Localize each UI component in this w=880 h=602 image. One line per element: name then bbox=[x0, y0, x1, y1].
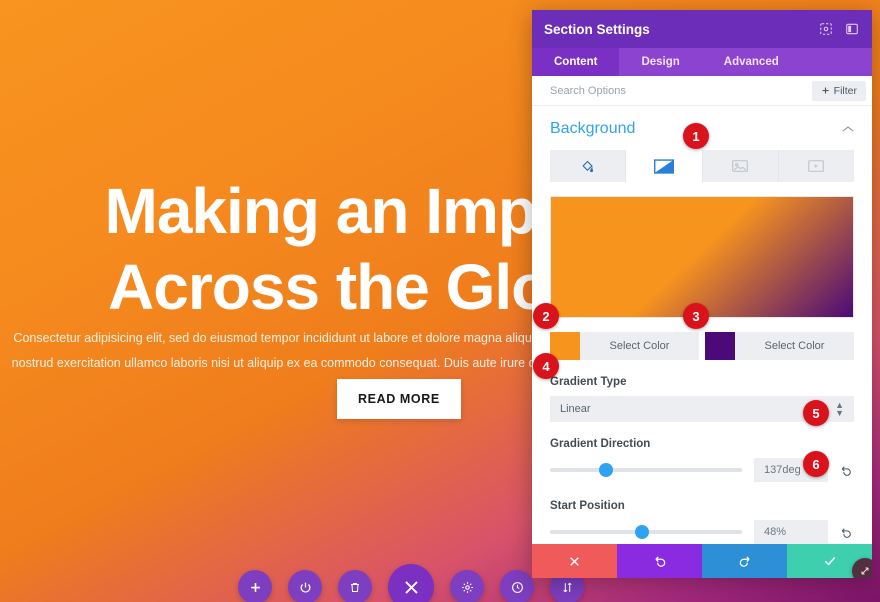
section-settings-modal: Section Settings Content Design Advanced… bbox=[532, 10, 872, 578]
paint-bucket-icon bbox=[582, 160, 594, 172]
gradient-start-color-label: Select Color bbox=[609, 340, 670, 352]
gradient-type-value: Linear bbox=[560, 403, 591, 415]
annotation-badge-4: 4 bbox=[533, 353, 559, 379]
gradient-direction-reset-icon[interactable] bbox=[840, 464, 854, 477]
start-position-slider[interactable] bbox=[550, 525, 742, 539]
video-icon bbox=[808, 160, 825, 172]
annotation-badge-6: 6 bbox=[803, 451, 829, 477]
gradient-end-color-label: Select Color bbox=[764, 340, 825, 352]
gradient-direction-knob[interactable] bbox=[598, 463, 613, 477]
settings-button[interactable] bbox=[450, 570, 484, 602]
gradient-type-label: Gradient Type bbox=[550, 376, 627, 388]
modal-tabs: Content Design Advanced bbox=[532, 48, 872, 76]
gradient-start-color[interactable]: Select Color bbox=[550, 332, 699, 360]
history-button[interactable] bbox=[500, 570, 534, 602]
screenshot-root: Making an Impact Across the Globe Consec… bbox=[0, 0, 880, 602]
gradient-color-row: Select Color Select Color bbox=[550, 332, 854, 360]
start-position-reset-icon[interactable] bbox=[840, 526, 854, 539]
page-title: Section Settings bbox=[544, 21, 650, 37]
chevron-updown-icon[interactable]: ▲ ▼ bbox=[835, 401, 844, 418]
annotation-badge-5: 5 bbox=[803, 400, 829, 426]
tab-design[interactable]: Design bbox=[619, 48, 701, 76]
search-row: Filter bbox=[532, 76, 872, 106]
fullscreen-icon[interactable] bbox=[818, 21, 834, 37]
background-gradient-tab[interactable] bbox=[626, 150, 703, 182]
gradient-preview bbox=[550, 196, 854, 318]
start-position-value[interactable]: 48% bbox=[754, 520, 828, 544]
close-icon bbox=[570, 556, 579, 566]
check-icon bbox=[824, 557, 835, 566]
read-more-button[interactable]: READ MORE bbox=[337, 379, 461, 419]
annotation-badge-3: 3 bbox=[683, 303, 709, 329]
redo-button[interactable] bbox=[702, 544, 787, 578]
filter-button-label: Filter bbox=[833, 84, 857, 97]
annotation-badge-2: 2 bbox=[533, 303, 559, 329]
close-builder-button[interactable] bbox=[388, 564, 434, 602]
redo-icon bbox=[739, 556, 750, 567]
gradient-end-color[interactable]: Select Color bbox=[705, 332, 854, 360]
gradient-icon bbox=[653, 158, 674, 174]
cancel-button[interactable] bbox=[532, 544, 617, 578]
add-section-button[interactable] bbox=[238, 570, 272, 602]
tab-advanced[interactable]: Advanced bbox=[702, 48, 801, 76]
modal-action-bar bbox=[532, 544, 872, 578]
gradient-end-swatch[interactable] bbox=[705, 332, 735, 360]
plus-icon bbox=[822, 87, 829, 94]
tab-content[interactable]: Content bbox=[532, 48, 620, 76]
background-video-tab[interactable] bbox=[779, 150, 854, 182]
undo-icon bbox=[654, 556, 665, 567]
start-position-knob[interactable] bbox=[635, 525, 650, 539]
background-color-tab[interactable] bbox=[550, 150, 627, 182]
start-position-row: 48% bbox=[550, 520, 854, 544]
power-toggle-button[interactable] bbox=[288, 570, 322, 602]
background-type-tabs bbox=[550, 150, 854, 182]
chevron-up-icon[interactable] bbox=[842, 125, 854, 133]
undo-button[interactable] bbox=[617, 544, 702, 578]
resize-diagonal-icon[interactable] bbox=[852, 558, 872, 578]
filter-button[interactable]: Filter bbox=[811, 80, 866, 101]
modal-header: Section Settings bbox=[532, 10, 872, 48]
gradient-direction-slider[interactable] bbox=[550, 463, 742, 477]
gradient-direction-label: Gradient Direction bbox=[550, 438, 651, 450]
delete-button[interactable] bbox=[338, 570, 372, 602]
annotation-badge-1: 1 bbox=[683, 123, 709, 149]
background-section-title: Background bbox=[550, 120, 636, 137]
background-image-tab[interactable] bbox=[703, 150, 779, 182]
image-icon bbox=[732, 160, 749, 172]
search-input[interactable] bbox=[550, 84, 812, 97]
start-position-label: Start Position bbox=[550, 500, 625, 512]
layout-toggle-icon[interactable] bbox=[844, 21, 860, 37]
